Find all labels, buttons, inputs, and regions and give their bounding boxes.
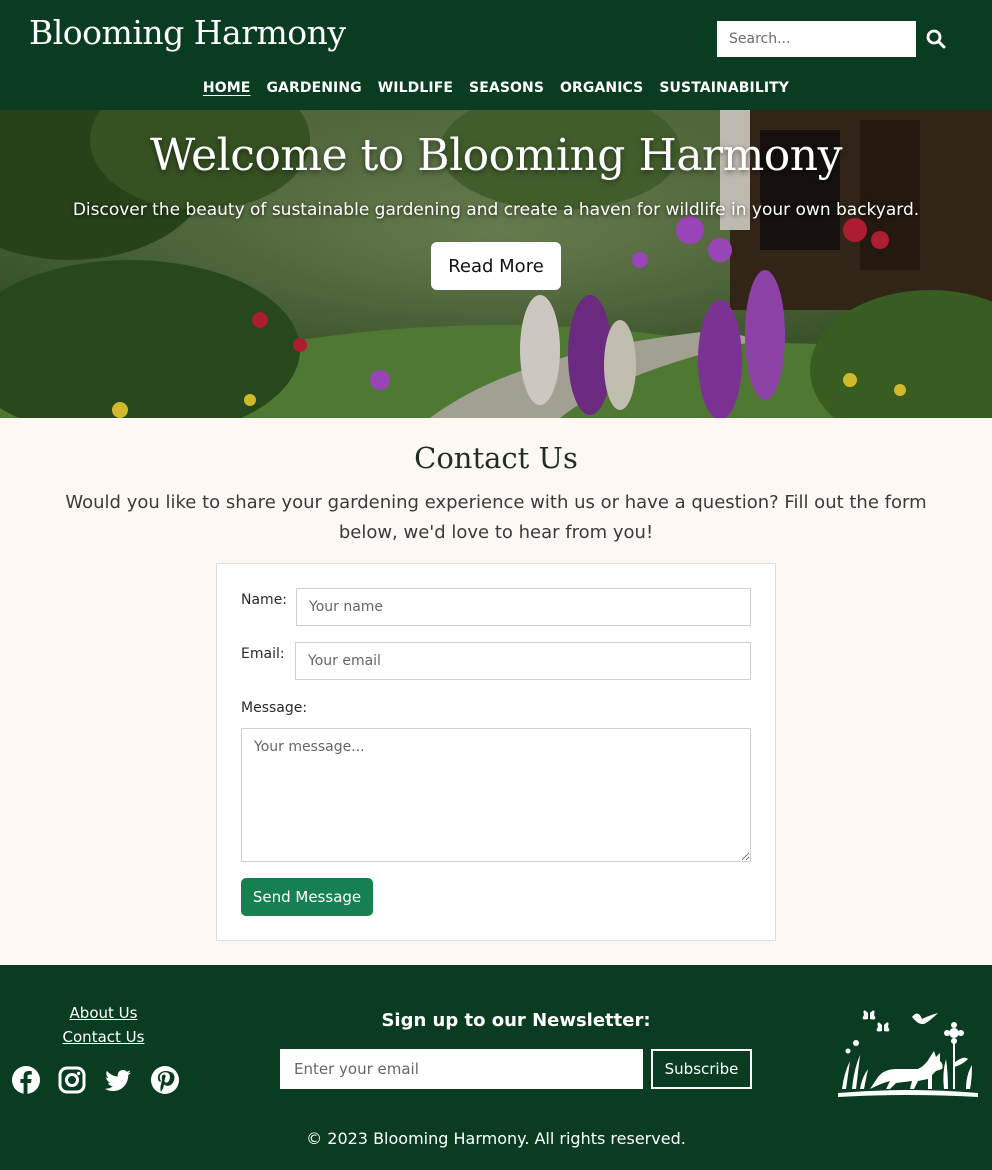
site-header: Blooming Harmony HOME GARDENING WILDLIFE… [0, 0, 992, 110]
site-logo[interactable]: Blooming Harmony [29, 13, 346, 52]
hero-subtitle: Discover the beauty of sustainable garde… [72, 200, 920, 220]
contact-us-link[interactable]: Contact Us [0, 1028, 207, 1046]
message-label: Message: [241, 700, 308, 716]
pinterest-icon[interactable] [150, 1065, 180, 1095]
search-input[interactable] [717, 21, 916, 57]
twitter-icon[interactable] [103, 1065, 133, 1095]
facebook-icon[interactable] [11, 1065, 41, 1095]
instagram-icon[interactable] [57, 1065, 87, 1095]
read-more-button[interactable]: Read More [431, 242, 561, 290]
nav-home[interactable]: HOME [203, 80, 251, 102]
search-icon[interactable] [924, 27, 948, 51]
nav-organics[interactable]: ORGANICS [560, 80, 643, 102]
nav-sustainability[interactable]: SUSTAINABILITY [659, 80, 789, 102]
copyright-text: © 2023 Blooming Harmony. All rights rese… [306, 1129, 686, 1148]
newsletter-title: Sign up to our Newsletter: [381, 1010, 651, 1031]
name-label: Name: [241, 592, 288, 608]
contact-form: Name: Email: Message: Send Message [216, 563, 776, 941]
subscribe-button[interactable]: Subscribe [651, 1049, 752, 1089]
about-us-link[interactable]: About Us [0, 1004, 207, 1022]
site-footer: About Us Contact Us Sign up to our Newsl… [0, 965, 992, 1170]
main-nav: HOME GARDENING WILDLIFE SEASONS ORGANICS… [0, 80, 992, 102]
send-message-button[interactable]: Send Message [241, 878, 373, 916]
name-field[interactable] [296, 588, 751, 626]
hero-banner: Welcome to Blooming Harmony Discover the… [0, 110, 992, 418]
newsletter-email-input[interactable] [280, 1049, 643, 1089]
hero-title: Welcome to Blooming Harmony [149, 130, 843, 181]
email-label: Email: [241, 646, 285, 662]
contact-title: Contact Us [414, 441, 578, 475]
fox-garden-illustration [838, 1010, 978, 1097]
contact-description: Would you like to share your gardening e… [65, 492, 927, 543]
nav-gardening[interactable]: GARDENING [266, 80, 361, 102]
email-field[interactable] [295, 642, 751, 680]
nav-wildlife[interactable]: WILDLIFE [378, 80, 453, 102]
message-field[interactable] [241, 728, 751, 862]
nav-seasons[interactable]: SEASONS [469, 80, 544, 102]
